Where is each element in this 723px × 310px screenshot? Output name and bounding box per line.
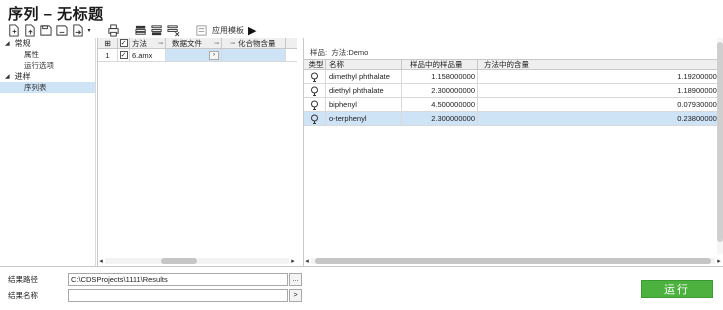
compound-table-hscroll[interactable]: ◂ ▸: [303, 257, 723, 265]
dropdown-icon[interactable]: ▾: [86, 23, 92, 37]
nav-item-run-options[interactable]: 运行选项: [0, 60, 95, 71]
column-header-data-file[interactable]: 数据文件 ⊸: [166, 38, 222, 48]
compound-type-icon: [304, 70, 326, 83]
collapse-triangle-icon[interactable]: ◢: [5, 40, 10, 47]
column-header-name[interactable]: 名称: [326, 60, 402, 69]
save-icon[interactable]: [38, 23, 52, 37]
table-row[interactable]: o-terphenyl 2.300000000 0.238000000: [304, 112, 723, 126]
method-amount: 1.192000000: [478, 70, 723, 83]
scroll-right-icon[interactable]: ▸: [289, 257, 297, 265]
select-all-checkbox[interactable]: ✓: [118, 38, 130, 48]
method-amount: 0.079300000: [478, 98, 723, 111]
print-icon[interactable]: [106, 23, 120, 37]
column-header-compound-amount[interactable]: ⊸ 化合物含量: [222, 38, 286, 48]
scroll-left-icon[interactable]: ◂: [303, 257, 311, 265]
toolbar: ▾ 应用模板 ▶: [6, 22, 306, 38]
save-as-icon[interactable]: [54, 23, 68, 37]
column-header-type[interactable]: 类型: [304, 60, 326, 69]
compound-amount-cell[interactable]: [222, 49, 286, 61]
expand-button[interactable]: ›: [209, 50, 219, 60]
data-file-cell[interactable]: ›: [166, 49, 222, 61]
compound-name[interactable]: biphenyl: [326, 98, 402, 111]
nav-group-label: 常规: [14, 39, 31, 48]
sequence-table-hscroll[interactable]: ◂ ▸: [97, 257, 297, 265]
delete-row-icon[interactable]: [166, 23, 180, 37]
nav-item-properties[interactable]: 属性: [0, 49, 95, 60]
window-title: 序列 – 无标题: [8, 6, 104, 23]
result-name-input[interactable]: [68, 288, 288, 302]
compound-table-vscroll[interactable]: [717, 38, 723, 254]
new-icon[interactable]: [6, 23, 20, 37]
result-path-label: 结果路径: [8, 274, 38, 284]
sequence-table: ⊞ ✓ 方法 ⊸ 数据文件 ⊸ ⊸ 化合物含量 1 ✓ 6.amx ›: [97, 38, 297, 266]
nav-group-general[interactable]: ◢ 常规: [0, 38, 95, 49]
pin-icon[interactable]: ⊸: [214, 40, 219, 47]
table-header: ⊞ ✓ 方法 ⊸ 数据文件 ⊸ ⊸ 化合物含量: [98, 38, 297, 49]
sample-amount[interactable]: 1.158000000: [402, 70, 478, 83]
scroll-right-icon[interactable]: ▸: [715, 257, 723, 265]
open-icon[interactable]: [22, 23, 36, 37]
result-path-row: 结果路径 C:\CDSProjects\1111\Results ...: [8, 272, 302, 286]
compound-name[interactable]: o-terphenyl: [326, 112, 402, 125]
method-amount: 1.189000000: [478, 84, 723, 97]
column-header-method[interactable]: 方法 ⊸: [130, 38, 166, 48]
compound-name[interactable]: dimethyl phthalate: [326, 70, 402, 83]
nav-tree: ◢ 常规 属性 运行选项 ◢ 进样 序列表: [0, 38, 96, 266]
compound-type-icon: [304, 84, 326, 97]
compound-table: 类型 名称 样品中的样品量 方法中的含量 dimethyl phthalate 1…: [304, 59, 723, 126]
method-label: 方法:Demo: [331, 48, 369, 57]
insert-row-icon[interactable]: [134, 23, 148, 37]
pin-icon[interactable]: ⊸: [158, 40, 163, 47]
sample-amount[interactable]: 2.300000000: [402, 84, 478, 97]
column-header-sample-amount[interactable]: 样品中的样品量: [402, 60, 478, 69]
column-header-method-amount[interactable]: 方法中的含量: [478, 60, 723, 69]
result-name-label: 结果名称: [8, 290, 38, 300]
row-checkbox[interactable]: ✓: [118, 49, 130, 61]
sample-amount[interactable]: 2.300000000: [402, 112, 478, 125]
sample-amount[interactable]: 4.500000000: [402, 98, 478, 111]
compound-name[interactable]: diethyl phthalate: [326, 84, 402, 97]
nav-group-injection[interactable]: ◢ 进样: [0, 71, 95, 82]
browse-button[interactable]: ...: [289, 272, 302, 286]
export-icon[interactable]: [70, 23, 84, 37]
apply-template-label[interactable]: 应用模板: [212, 25, 244, 36]
compound-panel: 样品: 方法:Demo 类型 名称 样品中的样品量 方法中的含量 dimethy…: [303, 38, 723, 266]
method-cell[interactable]: 6.amx: [130, 49, 166, 61]
sample-method-line: 样品: 方法:Demo: [310, 47, 368, 58]
run-button[interactable]: 运行: [641, 280, 713, 298]
nav-item-sequence-table[interactable]: 序列表: [0, 82, 95, 93]
compound-type-icon: [304, 98, 326, 111]
column-settings-icon[interactable]: ⊞: [98, 38, 118, 48]
result-name-row: 结果名称 >: [8, 288, 302, 302]
compound-type-icon: [304, 112, 326, 125]
row-index: 1: [98, 49, 118, 61]
sample-label: 样品:: [310, 48, 328, 57]
table-row[interactable]: 1 ✓ 6.amx ›: [98, 49, 297, 62]
nav-group-label: 进样: [14, 72, 31, 81]
template-icon[interactable]: [194, 23, 208, 37]
scroll-left-icon[interactable]: ◂: [97, 257, 105, 265]
insert-token-button[interactable]: >: [289, 288, 302, 302]
result-settings: 结果路径 C:\CDSProjects\1111\Results ... 结果名…: [0, 266, 723, 310]
result-path-input[interactable]: C:\CDSProjects\1111\Results: [68, 272, 288, 286]
table-header: 类型 名称 样品中的样品量 方法中的含量: [304, 59, 723, 70]
pin-icon[interactable]: ⊸: [230, 40, 235, 47]
table-row[interactable]: biphenyl 4.500000000 0.079300000: [304, 98, 723, 112]
method-amount: 0.238000000: [478, 112, 723, 125]
run-arrow-icon[interactable]: ▶: [248, 24, 256, 37]
table-row[interactable]: dimethyl phthalate 1.158000000 1.192000000: [304, 70, 723, 84]
collapse-triangle-icon[interactable]: ◢: [5, 73, 10, 80]
table-row[interactable]: diethyl phthalate 2.300000000 1.189000000: [304, 84, 723, 98]
append-row-icon[interactable]: [150, 23, 164, 37]
